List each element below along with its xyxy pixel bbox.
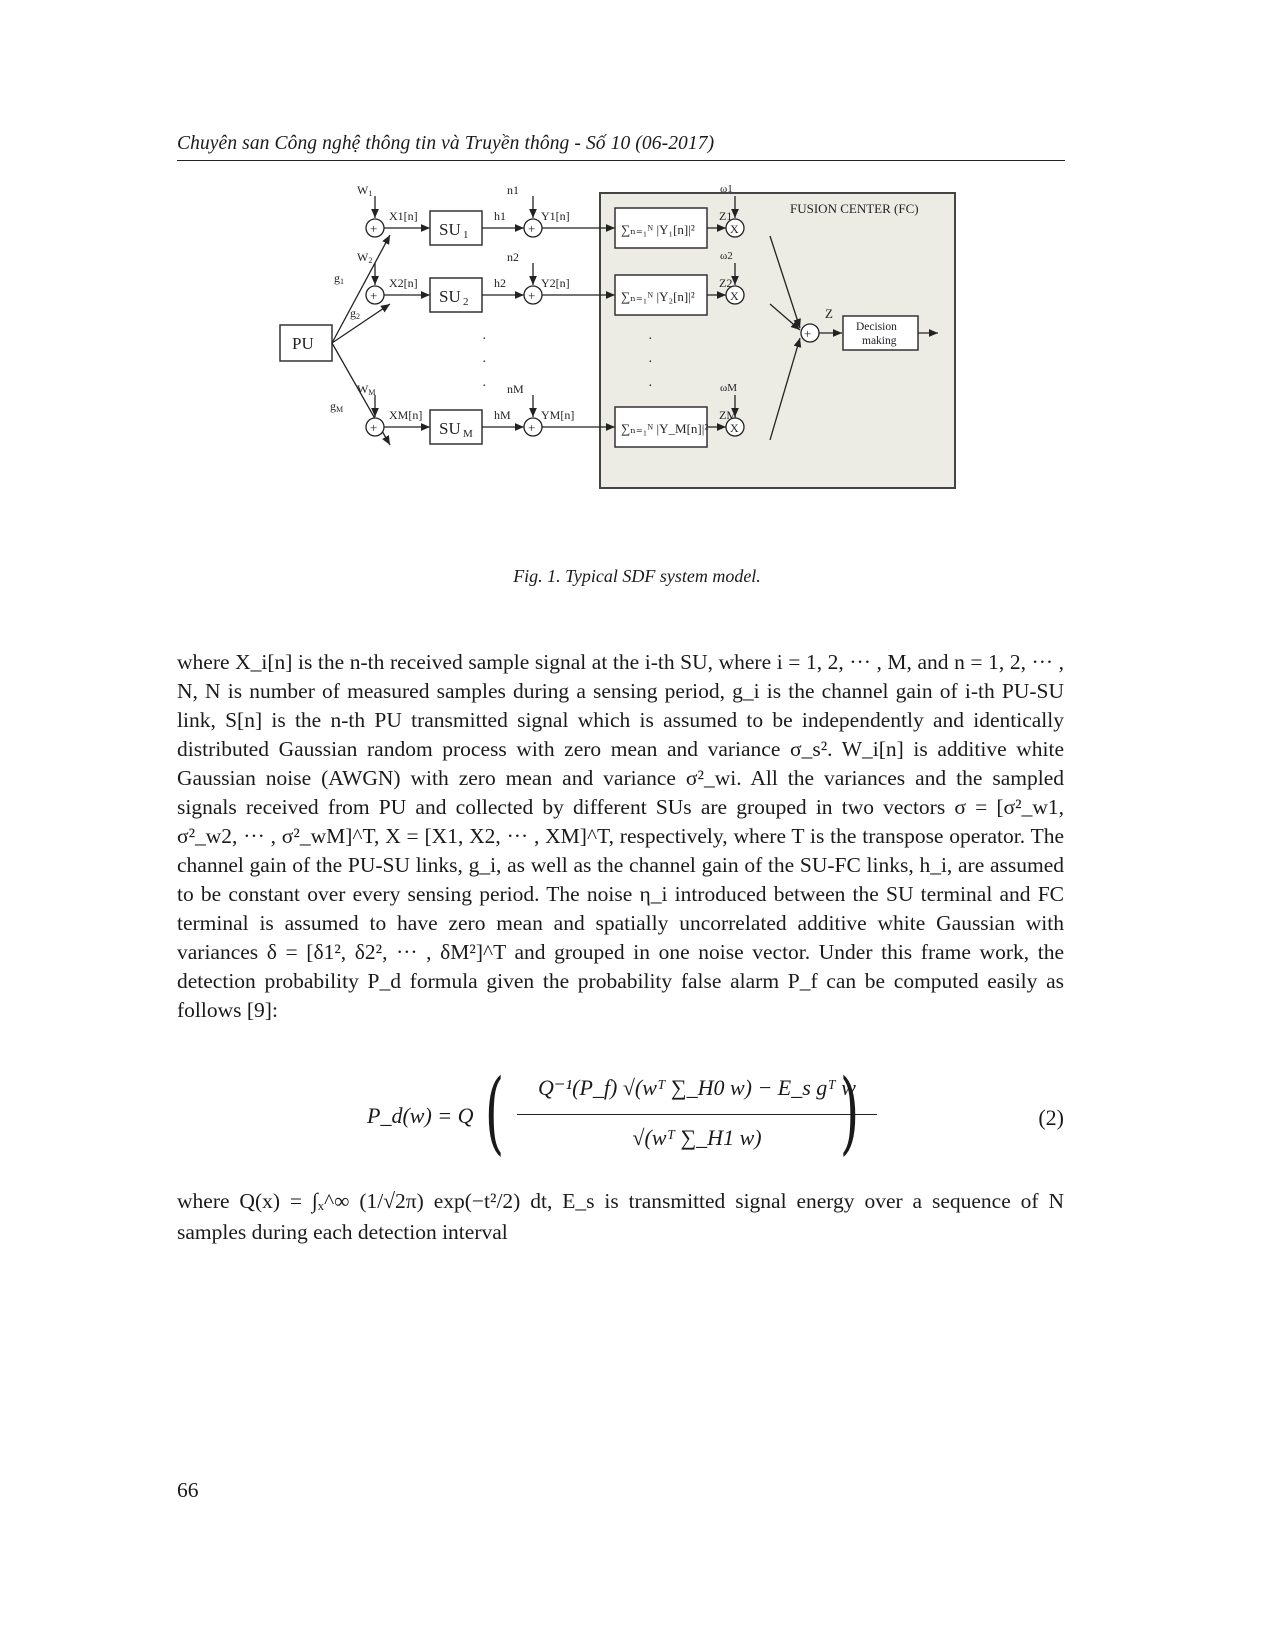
noise-n-label: n2 [507, 250, 519, 264]
noise-n-label: nM [507, 382, 524, 396]
page-number: 66 [177, 1478, 199, 1502]
svg-text:·: · [648, 332, 653, 347]
svg-text:X: X [730, 222, 739, 236]
svg-text:X: X [730, 421, 739, 435]
pu-label: PU [292, 334, 314, 353]
svg-text:1: 1 [463, 229, 469, 241]
svg-text:+: + [370, 420, 377, 435]
weight-label: ω2 [720, 250, 733, 262]
svg-text:·: · [648, 355, 653, 370]
system-model-figure: FUSION CENTER (FC) PU g1 g2 gM W1 + X1[n] S… [270, 178, 970, 518]
weight-label: ω1 [720, 183, 733, 195]
energy-sum-label: ∑ₙ₌₁ᴺ |Y₂[n]|² [621, 289, 695, 304]
su-label: SU [439, 287, 461, 306]
equation-numerator: Q⁻¹(P_f) √(wᵀ ∑_H0 w) − E_s gᵀ w [538, 1075, 856, 1100]
equation-denominator: √(wᵀ ∑_H1 w) [632, 1125, 762, 1150]
gm-label: gM [330, 399, 343, 414]
figure-caption: Fig. 1. Typical SDF system model. [513, 566, 761, 586]
equation-2: P_d(w) = Q ( Q⁻¹(P_f) √(wᵀ ∑_H0 w) − E_s… [177, 1063, 1064, 1173]
decision-label-2: making [862, 335, 897, 347]
su-label: SU [439, 419, 461, 438]
decision-label-1: Decision [856, 321, 897, 333]
z-label: Z [825, 306, 833, 321]
svg-text:·: · [648, 379, 653, 394]
h-gain-label: h2 [494, 276, 506, 290]
svg-text:+: + [370, 288, 377, 303]
body-paragraph: where X_i[n] is the n-th received sample… [177, 648, 1064, 1025]
su-label: SU [439, 220, 461, 239]
svg-text:2: 2 [463, 296, 469, 308]
svg-text:·: · [482, 355, 487, 370]
weight-label: ωM [720, 382, 737, 394]
fraction-bar [517, 1114, 877, 1116]
svg-text:+: + [370, 221, 377, 236]
g2-label: g2 [350, 306, 360, 321]
energy-sum-label: ∑ₙ₌₁ᴺ |Y₁[n]|² [621, 222, 695, 237]
noise-w-label: W2 [357, 250, 372, 265]
svg-text:+: + [528, 288, 535, 303]
svg-text:·: · [482, 379, 487, 394]
x-signal-label: X1[n] [389, 209, 418, 223]
right-paren: ) [839, 1060, 860, 1165]
svg-text:X: X [730, 289, 739, 303]
svg-text:+: + [804, 326, 811, 341]
noise-w-label: WM [357, 382, 375, 397]
y-signal-label: Y1[n] [541, 209, 570, 223]
sdf-diagram: FUSION CENTER (FC) PU g1 g2 gM W1 + X1[n] S… [279, 183, 956, 489]
x-signal-label: X2[n] [389, 276, 418, 290]
energy-sum-label: ∑ₙ₌₁ᴺ |Y_M[n]|² [621, 421, 708, 436]
equation-number: (2) [1038, 1105, 1064, 1130]
svg-text:M: M [463, 428, 473, 440]
g1-label: g1 [334, 271, 344, 286]
equation-lhs: P_d(w) = Q [367, 1103, 474, 1128]
h-gain-label: hM [494, 408, 511, 422]
y-signal-label: YM[n] [541, 408, 574, 422]
left-paren: ( [484, 1060, 505, 1165]
x-signal-label: XM[n] [389, 408, 422, 422]
svg-text:+: + [528, 221, 535, 236]
noise-n-label: n1 [507, 183, 519, 197]
y-signal-label: Y2[n] [541, 276, 570, 290]
paragraph-text: where X_i[n] is the n-th received sample… [177, 650, 1064, 1022]
svg-text:+: + [528, 420, 535, 435]
h-gain-label: h1 [494, 209, 506, 223]
tail-paragraph: where Q(x) = ∫ₓ^∞ (1/√2π) exp(−t²/2) dt,… [177, 1189, 1064, 1244]
running-header: Chuyên san Công nghệ thông tin và Truyền… [177, 131, 1065, 161]
noise-w-label: W1 [357, 183, 372, 198]
fusion-center-label: FUSION CENTER (FC) [790, 201, 919, 216]
svg-text:·: · [482, 332, 487, 347]
